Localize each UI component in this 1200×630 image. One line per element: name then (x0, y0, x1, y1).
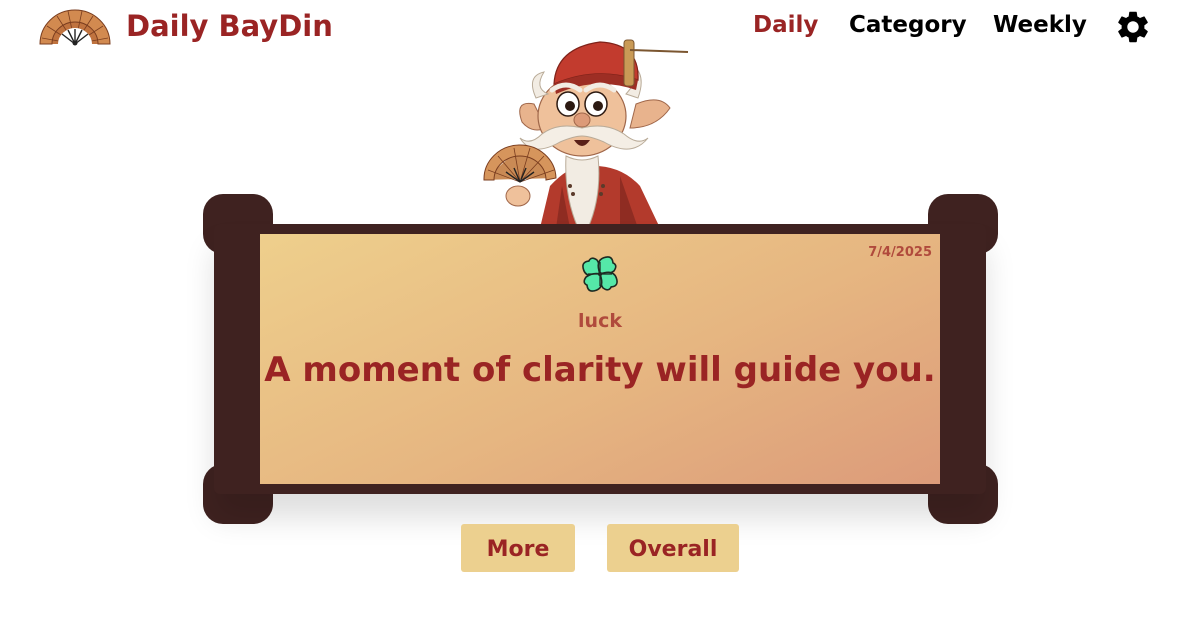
fortune-category: luck (578, 310, 622, 332)
fortune-teller-illustration (483, 39, 689, 228)
fortune-message: A moment of clarity will guide you. (264, 350, 936, 390)
nav-weekly[interactable]: Weekly (993, 12, 1087, 38)
brand-title[interactable]: Daily BayDin (126, 9, 333, 43)
folding-fan-icon[interactable] (38, 6, 112, 46)
fortune-card: 7/4/2025 luck A moment of clarity will g… (260, 234, 940, 484)
gear-icon[interactable] (1114, 8, 1152, 46)
nav-category[interactable]: Category (849, 12, 967, 38)
overall-button[interactable]: Overall (607, 524, 739, 572)
more-button[interactable]: More (461, 524, 575, 572)
four-leaf-clover-icon (582, 256, 618, 292)
fortune-date: 7/4/2025 (868, 245, 932, 260)
nav-daily[interactable]: Daily (753, 12, 818, 38)
